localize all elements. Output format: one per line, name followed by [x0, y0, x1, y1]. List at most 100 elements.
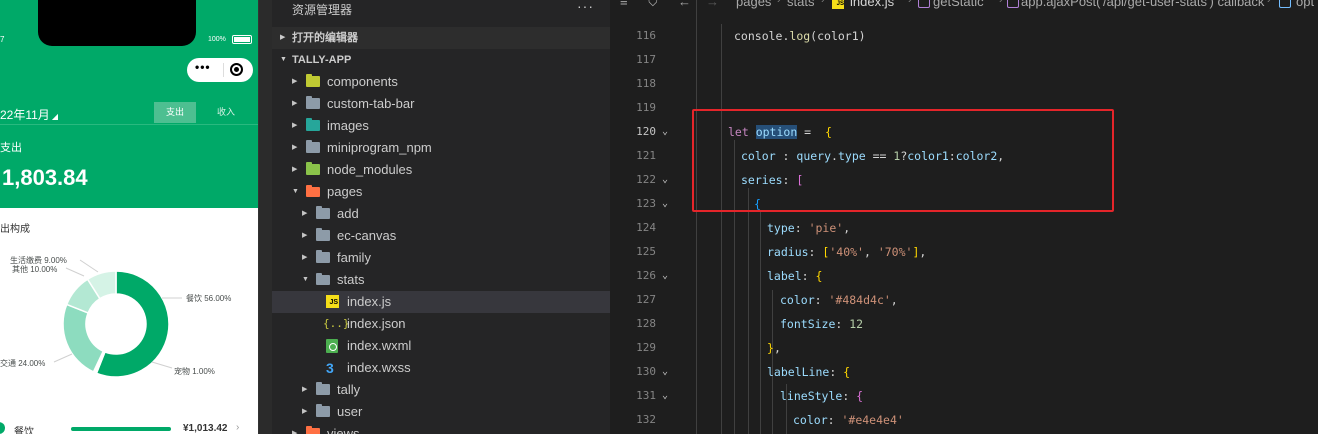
- tree-item-family[interactable]: ▶ family: [272, 247, 610, 269]
- menu-icon[interactable]: ≡: [620, 0, 628, 9]
- chevron-right-icon: ▶: [302, 254, 308, 261]
- code-token: color: [793, 413, 828, 427]
- breadcrumb-separator: ›: [777, 0, 781, 6]
- pie-leader-living: [79, 259, 99, 273]
- fold-chevron-icon[interactable]: ⌄: [662, 384, 668, 408]
- breadcrumb-file[interactable]: index.js: [850, 0, 894, 9]
- breadcrumb-pages[interactable]: pages: [736, 0, 771, 9]
- chevron-down-icon: ▼: [292, 188, 299, 195]
- code-line[interactable]: 118: [610, 72, 1318, 96]
- code-token: console.: [734, 29, 790, 43]
- simulator-divider[interactable]: [258, 0, 272, 434]
- tree-item-pages[interactable]: ▼ pages: [272, 181, 610, 203]
- fold-chevron-icon[interactable]: ⌄: [662, 264, 668, 288]
- code-line[interactable]: 124 type: 'pie',: [610, 216, 1318, 240]
- summary-label: 支出: [0, 142, 22, 154]
- code-text: type: 'pie',: [767, 216, 850, 240]
- breadcrumb-function[interactable]: getStatic: [933, 0, 984, 9]
- code-line[interactable]: 116 console.log(color1): [610, 24, 1318, 48]
- code-line[interactable]: 129},: [610, 336, 1318, 360]
- more-dots-icon[interactable]: •••: [195, 60, 211, 74]
- code-line[interactable]: 125 radius: ['40%', '70%'],: [610, 240, 1318, 264]
- tree-item-index-wxml[interactable]: index.wxml: [272, 335, 610, 357]
- tree-item-index-js[interactable]: JS index.js: [272, 291, 610, 313]
- tree-item-label: pages: [327, 184, 363, 199]
- category-row[interactable]: 餐饮 ¥1,013.42 ›: [0, 420, 258, 434]
- line-number: 129: [636, 341, 656, 354]
- pie-slice-transport[interactable]: [62, 303, 105, 373]
- miniprogram-capsule[interactable]: •••: [187, 58, 253, 82]
- code-line[interactable]: 126 ⌄ label: {: [610, 264, 1318, 288]
- month-label: 22年11月: [0, 108, 50, 122]
- line-number: 130: [636, 365, 656, 378]
- css-file-icon: 3: [326, 360, 334, 376]
- open-editors-label: 打开的编辑器: [292, 32, 358, 44]
- chevron-right-icon: ▶: [280, 34, 286, 41]
- tree-item-images[interactable]: ▶ images: [272, 115, 610, 137]
- code-line[interactable]: 127 color: '#484d4c',: [610, 288, 1318, 312]
- line-number: 120: [636, 125, 656, 138]
- code-line[interactable]: 132 color: '#e4e4e4': [610, 408, 1318, 432]
- back-arrow-icon[interactable]: ←: [678, 0, 691, 9]
- tree-item-node-modules[interactable]: ▶ node_modules: [272, 159, 610, 181]
- more-actions-icon[interactable]: ···: [577, 0, 594, 14]
- tree-item-stats[interactable]: ▼ stats: [272, 269, 610, 291]
- dropdown-triangle-icon: ◢: [51, 112, 58, 121]
- line-number: 118: [636, 77, 656, 90]
- tree-item-tally[interactable]: ▶ tally: [272, 379, 610, 401]
- bookmark-icon[interactable]: ⛉: [648, 0, 658, 10]
- code-token: '#e4e4e4': [841, 413, 904, 427]
- tree-item-views[interactable]: ▶ views: [272, 423, 610, 434]
- line-number: 131: [636, 389, 656, 402]
- folder-icon: [316, 228, 330, 241]
- code-token: label: [767, 269, 802, 283]
- fold-chevron-icon[interactable]: ⌄: [662, 120, 668, 144]
- code-line[interactable]: 130 ⌄ labelLine: {: [610, 360, 1318, 384]
- code-text: color: '#e4e4e4': [793, 408, 904, 432]
- forward-arrow-icon[interactable]: →: [706, 0, 719, 9]
- code-token: ,: [863, 245, 878, 259]
- code-token: :: [842, 389, 857, 403]
- code-token: 12: [849, 317, 864, 331]
- tree-item-index-wxss[interactable]: 3 index.wxss: [272, 357, 610, 379]
- code-line[interactable]: 117: [610, 48, 1318, 72]
- tree-item-add[interactable]: ▶ add: [272, 203, 610, 225]
- breadcrumb-separator: ›: [908, 0, 912, 6]
- food-category-icon: [0, 422, 5, 434]
- code-line[interactable]: 131 ⌄ lineStyle: {: [610, 384, 1318, 408]
- phone-simulator: 7 100% ••• 22年11月 ◢ 支出 收入 支出 1,803.84 出构成…: [0, 0, 258, 434]
- tree-item-components[interactable]: ▶ components: [272, 71, 610, 93]
- tree-item-miniprogram-npm[interactable]: ▶ miniprogram_npm: [272, 137, 610, 159]
- breadcrumb-callback[interactable]: app.ajaxPost('/api/get-user-stats') call…: [1021, 0, 1264, 9]
- code-token: ,: [919, 245, 927, 259]
- project-section[interactable]: ▼ TALLY-APP: [272, 49, 610, 71]
- tab-expense[interactable]: 支出: [154, 102, 196, 123]
- tree-item-user[interactable]: ▶ user: [272, 401, 610, 423]
- chevron-right-icon[interactable]: ›: [236, 422, 239, 433]
- breadcrumb-option[interactable]: opt: [1296, 0, 1314, 9]
- fold-chevron-icon[interactable]: ⌄: [662, 360, 668, 384]
- breadcrumb-stats[interactable]: stats: [787, 0, 814, 9]
- month-picker[interactable]: 22年11月 ◢: [0, 106, 58, 123]
- tab-income[interactable]: 收入: [205, 102, 247, 123]
- close-target-icon[interactable]: [230, 63, 243, 76]
- function-icon: [918, 0, 930, 8]
- fold-chevron-icon[interactable]: ⌄: [662, 168, 668, 192]
- capsule-divider: [223, 63, 224, 77]
- chevron-right-icon: ▶: [292, 122, 298, 129]
- code-line[interactable]: 128 fontSize: 12: [610, 312, 1318, 336]
- code-token: 'pie': [808, 221, 844, 235]
- open-editors-section[interactable]: ▶ 打开的编辑器: [272, 27, 610, 49]
- line-number: 116: [636, 29, 656, 42]
- code-text: label: {: [767, 264, 822, 288]
- fold-chevron-icon[interactable]: ⌄: [662, 192, 668, 216]
- folder-icon: [316, 206, 330, 219]
- tree-item-custom-tab-bar[interactable]: ▶ custom-tab-bar: [272, 93, 610, 115]
- chevron-right-icon: ▶: [292, 100, 298, 107]
- tree-item-ec-canvas[interactable]: ▶ ec-canvas: [272, 225, 610, 247]
- folder-icon: [316, 404, 330, 417]
- tree-item-index-json[interactable]: {..} index.json: [272, 313, 610, 335]
- tree-item-label: index.wxss: [347, 360, 411, 375]
- chevron-down-icon: ▼: [302, 276, 309, 283]
- breadcrumb: ≡ ⛉ ← → pages › stats › JS index.js › ge…: [610, 0, 1318, 12]
